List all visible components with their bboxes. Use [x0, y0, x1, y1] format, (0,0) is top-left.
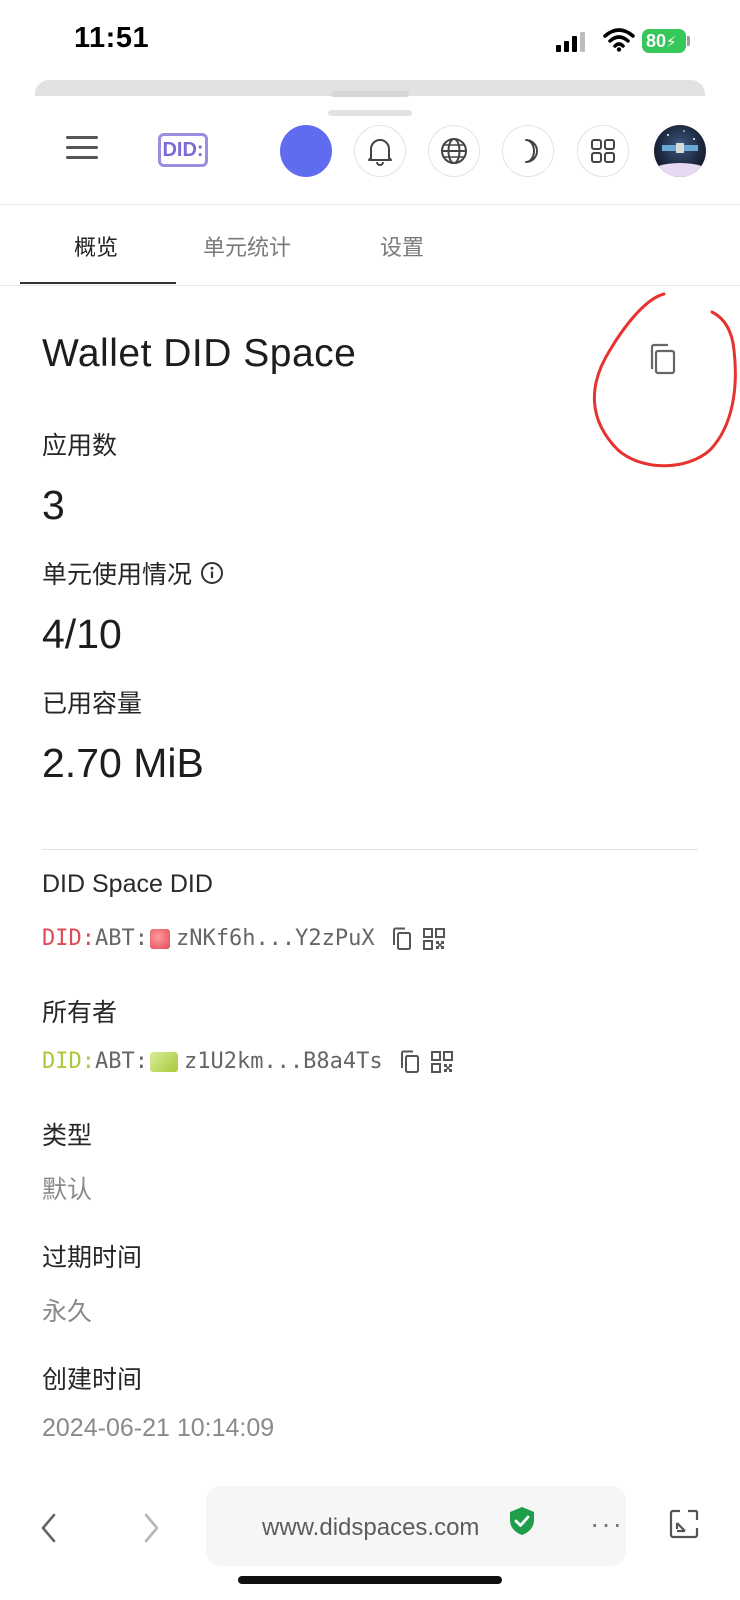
owner-did-value[interactable]: z1U2km...B8a4Ts — [184, 1049, 383, 1074]
moon-icon — [525, 139, 538, 163]
grid-icon — [591, 139, 615, 163]
did-logo[interactable]: DID: — [158, 133, 208, 167]
forward-icon[interactable] — [140, 1512, 162, 1544]
tabs-divider — [0, 285, 740, 286]
menu-bar — [66, 146, 98, 149]
apps-button[interactable] — [577, 125, 629, 177]
sheet-grabber[interactable] — [331, 91, 409, 97]
battery-level: 80 — [646, 31, 667, 51]
url-text[interactable]: www.didspaces.com — [262, 1514, 479, 1542]
globe-icon — [441, 138, 467, 164]
section-divider — [42, 849, 698, 850]
status-time: 11:51 — [74, 22, 150, 54]
bell-icon — [368, 139, 392, 166]
expire-value: 永久 — [42, 1298, 93, 1326]
satellite-image — [654, 130, 706, 177]
did-type: ABT: — [94, 1049, 148, 1074]
did-prefix: DID: — [42, 1049, 95, 1074]
avatar[interactable] — [654, 125, 706, 177]
units-label-row: 单元使用情况 — [42, 555, 224, 591]
did-type: ABT: — [94, 926, 148, 951]
capacity-value: 2.70 MiB — [42, 740, 204, 786]
apps-label: 应用数 — [42, 432, 118, 460]
notifications-button[interactable] — [354, 125, 406, 177]
language-button[interactable] — [428, 125, 480, 177]
secure-shield-icon — [510, 1507, 534, 1535]
did-prefix: DID: — [42, 926, 95, 951]
cellular-signal-icon — [556, 32, 585, 52]
capacity-label: 已用容量 — [42, 690, 143, 718]
more-button[interactable]: ··· — [590, 1508, 624, 1540]
space-did-label: DID Space DID — [42, 870, 213, 898]
copy-icon[interactable] — [399, 1050, 421, 1074]
sheet-grabber-secondary — [328, 110, 412, 116]
annotation-circle — [592, 292, 737, 468]
apps-value: 3 — [42, 482, 65, 528]
page-title: Wallet DID Space — [42, 332, 357, 375]
menu-bar — [66, 136, 98, 139]
tab-settings[interactable]: 设置 — [380, 230, 424, 262]
owner-did-row: DID: ABT: z1U2km...B8a4Ts — [42, 1049, 453, 1074]
tab-unit-stats[interactable]: 单元统计 — [203, 230, 291, 262]
blue-circle-button[interactable] — [280, 125, 332, 177]
qrcode-icon[interactable] — [422, 927, 445, 950]
info-icon[interactable] — [200, 561, 224, 585]
created-value: 2024-06-21 10:14:09 — [42, 1414, 275, 1442]
active-tab-indicator — [20, 282, 176, 284]
did-avatar-icon — [149, 1051, 178, 1072]
wifi-icon — [603, 28, 635, 52]
copy-icon[interactable] — [391, 927, 413, 951]
expire-label: 过期时间 — [42, 1244, 143, 1272]
qrcode-icon[interactable] — [430, 1050, 453, 1073]
space-did-row: DID: ABT: zNKf6h...Y2zPuX — [42, 926, 445, 951]
units-label: 单元使用情况 — [42, 561, 193, 589]
back-icon[interactable] — [38, 1512, 60, 1544]
created-label: 创建时间 — [42, 1366, 143, 1394]
menu-bar — [66, 156, 98, 159]
units-value: 4/10 — [42, 611, 122, 657]
minimize-window-icon[interactable] — [668, 1508, 700, 1540]
home-indicator[interactable] — [238, 1576, 502, 1584]
space-did-value[interactable]: zNKf6h...Y2zPuX — [176, 926, 375, 951]
header-divider — [0, 204, 740, 205]
type-value: 默认 — [42, 1176, 93, 1204]
menu-button[interactable] — [66, 136, 98, 162]
battery-nub — [687, 36, 690, 46]
tab-overview[interactable]: 概览 — [74, 230, 118, 262]
theme-toggle-button[interactable] — [502, 125, 554, 177]
did-avatar-icon — [149, 928, 170, 949]
type-label: 类型 — [42, 1122, 93, 1150]
owner-label: 所有者 — [42, 999, 118, 1027]
battery-icon: 80⚡ — [642, 29, 686, 53]
